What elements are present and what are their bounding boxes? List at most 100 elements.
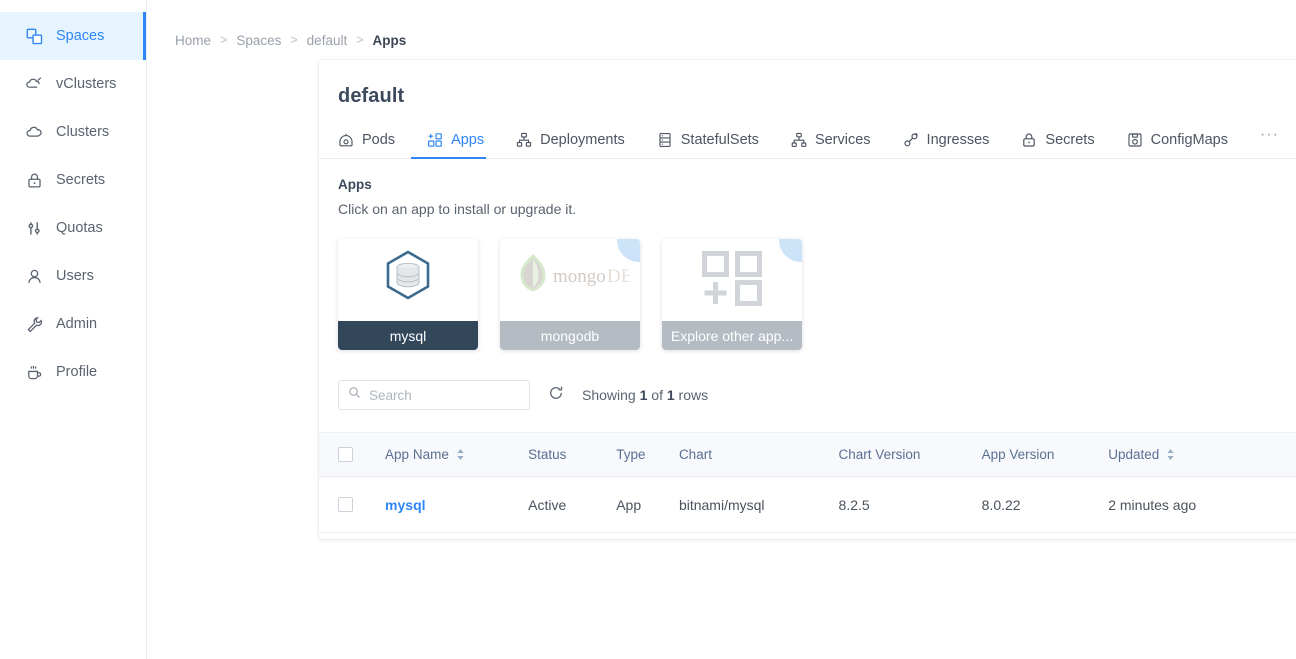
showing-count: 1 bbox=[639, 387, 648, 403]
tab-services[interactable]: Services bbox=[775, 132, 887, 158]
sidebar-item-admin[interactable]: Admin bbox=[0, 300, 146, 348]
sidebar-item-secrets[interactable]: Secrets bbox=[0, 156, 146, 204]
cell-status: Active bbox=[528, 476, 617, 533]
tab-bar: Pods Apps Deployments StatefulSets Servi… bbox=[319, 112, 1296, 159]
search-box[interactable] bbox=[338, 380, 530, 410]
profile-icon bbox=[26, 364, 43, 381]
tab-label: Deployments bbox=[540, 132, 625, 148]
tab-label: Secrets bbox=[1045, 132, 1095, 148]
app-card-label: Explore other app... bbox=[662, 321, 802, 350]
app-card-mongodb[interactable]: mongo DB mongodb bbox=[500, 239, 640, 350]
column-header-chart: Chart bbox=[678, 432, 839, 477]
sidebar-item-label: Quotas bbox=[56, 220, 103, 236]
tab-deployments[interactable]: Deployments bbox=[500, 132, 641, 158]
table-header-row: App Name Status Type Chart Chart Version… bbox=[319, 432, 1296, 477]
sidebar-item-label: vClusters bbox=[56, 76, 117, 92]
sidebar-item-label: Users bbox=[56, 268, 94, 284]
table-row[interactable]: mysql Active App bitnami/mysql 8.2.5 8.0… bbox=[319, 476, 1296, 533]
clusters-icon bbox=[26, 124, 43, 141]
svg-text:DB: DB bbox=[607, 266, 629, 287]
tab-secrets[interactable]: Secrets bbox=[1005, 132, 1110, 158]
sidebar-item-vclusters[interactable]: vClusters bbox=[0, 60, 146, 108]
app-card-mysql[interactable]: mysql bbox=[338, 239, 478, 350]
cell-type: App bbox=[616, 476, 679, 533]
ingresses-icon bbox=[903, 132, 919, 148]
secrets-icon bbox=[1021, 132, 1037, 148]
select-all-checkbox[interactable] bbox=[338, 447, 353, 462]
app-name-link[interactable]: mysql bbox=[385, 497, 425, 513]
column-header-app-version: App Version bbox=[981, 432, 1109, 477]
tab-apps[interactable]: Apps bbox=[411, 132, 500, 159]
page-title: default bbox=[338, 85, 405, 107]
mongodb-logo: mongo DB bbox=[511, 252, 633, 309]
sidebar-item-label: Admin bbox=[56, 316, 98, 332]
showing-middle: of bbox=[651, 387, 663, 403]
content-card: default Pods Apps Deployments StatefulSe… bbox=[319, 60, 1296, 539]
grid-plus-icon bbox=[700, 249, 764, 312]
app-card-label: mongodb bbox=[500, 321, 640, 350]
cell-updated: 2 minutes ago bbox=[1108, 476, 1296, 533]
pods-icon bbox=[338, 132, 354, 148]
table-header: App Name Status Type Chart Chart Version… bbox=[319, 432, 1296, 477]
lock-icon bbox=[26, 172, 43, 189]
search-input[interactable] bbox=[369, 387, 520, 403]
row-checkbox[interactable] bbox=[338, 497, 353, 512]
cell-chart-version: 8.2.5 bbox=[838, 476, 982, 533]
column-header-select-all bbox=[319, 432, 386, 477]
apps-table: App Name Status Type Chart Chart Version… bbox=[319, 432, 1296, 533]
column-header-updated[interactable]: Updated bbox=[1108, 432, 1296, 477]
configmaps-icon bbox=[1127, 132, 1143, 148]
apps-icon bbox=[427, 132, 443, 148]
column-label: Updated bbox=[1108, 447, 1160, 462]
tab-label: Services bbox=[814, 132, 871, 148]
services-icon bbox=[791, 132, 807, 148]
sidebar: Spaces vClusters Clusters Secrets Quotas… bbox=[0, 0, 147, 659]
app-card-label: mysql bbox=[338, 321, 478, 350]
tab-label: StatefulSets bbox=[680, 132, 759, 148]
sidebar-item-quotas[interactable]: Quotas bbox=[0, 204, 146, 252]
refresh-button[interactable] bbox=[548, 385, 564, 406]
vclusters-icon bbox=[26, 76, 43, 93]
column-header-app-name[interactable]: App Name bbox=[385, 432, 529, 477]
column-header-chart-version: Chart Version bbox=[838, 432, 982, 477]
tab-pods[interactable]: Pods bbox=[338, 132, 411, 158]
column-label: App Name bbox=[385, 447, 449, 462]
apps-subheading: Click on an app to install or upgrade it… bbox=[338, 201, 577, 217]
app-card-explore-other-apps[interactable]: Explore other app... bbox=[662, 239, 802, 350]
cell-chart: bitnami/mysql bbox=[678, 476, 839, 533]
breadcrumb-separator: > bbox=[220, 33, 228, 47]
sidebar-item-profile[interactable]: Profile bbox=[0, 348, 146, 396]
sidebar-item-label: Spaces bbox=[56, 28, 105, 44]
app-root: Spaces vClusters Clusters Secrets Quotas… bbox=[0, 0, 1296, 659]
showing-total: 1 bbox=[666, 387, 675, 403]
search-icon bbox=[348, 386, 361, 404]
tab-statefulsets[interactable]: StatefulSets bbox=[641, 132, 775, 158]
sidebar-item-label: Profile bbox=[56, 364, 98, 380]
breadcrumb-item-default[interactable]: default bbox=[307, 33, 348, 48]
deployments-icon bbox=[516, 132, 532, 148]
sidebar-item-spaces[interactable]: Spaces bbox=[0, 12, 146, 60]
sidebar-item-label: Secrets bbox=[56, 172, 106, 188]
tab-label: ConfigMaps bbox=[1150, 132, 1228, 148]
tab-ingresses[interactable]: Ingresses bbox=[887, 132, 1006, 158]
refresh-icon bbox=[548, 385, 564, 406]
tab-overflow-button[interactable]: ··· bbox=[1244, 126, 1295, 158]
user-icon bbox=[26, 268, 43, 285]
tab-configmaps[interactable]: ConfigMaps bbox=[1111, 132, 1244, 158]
row-select-cell bbox=[319, 476, 386, 533]
sidebar-item-clusters[interactable]: Clusters bbox=[0, 108, 146, 156]
statefulsets-icon bbox=[657, 132, 673, 148]
sort-arrows-icon bbox=[1166, 448, 1175, 461]
breadcrumb: Home > Spaces > default > Apps bbox=[147, 0, 1296, 56]
breadcrumb-item-spaces[interactable]: Spaces bbox=[236, 33, 281, 48]
mysql-logo bbox=[377, 247, 439, 314]
wrench-icon bbox=[26, 316, 43, 333]
breadcrumb-item-home[interactable]: Home bbox=[175, 33, 211, 48]
showing-rows-status: Showing 1 of 1 rows bbox=[582, 387, 708, 403]
main-area: Home > Spaces > default > Apps default P… bbox=[147, 0, 1296, 659]
cell-app-name: mysql bbox=[385, 476, 529, 533]
sidebar-item-users[interactable]: Users bbox=[0, 252, 146, 300]
cell-app-version: 8.0.22 bbox=[981, 476, 1109, 533]
breadcrumb-separator: > bbox=[356, 33, 364, 47]
apps-heading: Apps bbox=[338, 177, 372, 192]
